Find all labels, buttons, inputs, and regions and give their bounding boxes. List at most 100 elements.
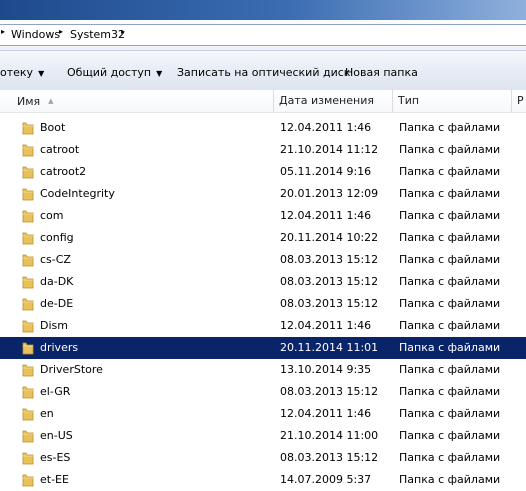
folder-icon bbox=[22, 121, 34, 135]
file-type: Папка с файлами bbox=[399, 253, 501, 266]
column-header-date-label: Дата изменения bbox=[279, 94, 374, 107]
file-name: DriverStore bbox=[40, 363, 103, 376]
file-type: Папка с файлами bbox=[399, 407, 501, 420]
file-date: 12.04.2011 1:46 bbox=[280, 209, 372, 222]
folder-icon bbox=[22, 429, 34, 443]
folder-icon bbox=[22, 209, 34, 223]
file-date: 08.03.2013 15:12 bbox=[280, 451, 379, 464]
file-type: Папка с файлами bbox=[399, 165, 501, 178]
file-type: Папка с файлами bbox=[399, 209, 501, 222]
file-row[interactable]: de-DE 08.03.2013 15:12 Папка с файлами bbox=[0, 293, 526, 315]
file-type: Папка с файлами bbox=[399, 121, 501, 134]
library-button[interactable]: отеку ▼ bbox=[0, 66, 44, 79]
file-name: catroot bbox=[40, 143, 80, 156]
file-date: 12.04.2011 1:46 bbox=[280, 407, 372, 420]
folder-icon bbox=[22, 143, 34, 157]
file-row[interactable]: Dism 12.04.2011 1:46 Папка с файлами bbox=[0, 315, 526, 337]
file-row[interactable]: en 12.04.2011 1:46 Папка с файлами bbox=[0, 403, 526, 425]
file-name: com bbox=[40, 209, 64, 222]
file-type: Папка с файлами bbox=[399, 451, 501, 464]
share-button[interactable]: Общий доступ ▼ bbox=[67, 66, 162, 79]
folder-icon bbox=[22, 275, 34, 289]
file-date: 21.10.2014 11:00 bbox=[280, 429, 379, 442]
folder-icon bbox=[22, 253, 34, 267]
file-row[interactable]: catroot 21.10.2014 11:12 Папка с файлами bbox=[0, 139, 526, 161]
file-date: 12.04.2011 1:46 bbox=[280, 319, 372, 332]
file-name: Boot bbox=[40, 121, 66, 134]
file-row[interactable]: CodeIntegrity 20.01.2013 12:09 Папка с фай… bbox=[0, 183, 526, 205]
file-date: 13.10.2014 9:35 bbox=[280, 363, 372, 376]
column-header-size-label: Р bbox=[517, 94, 524, 107]
file-type: Папка с файлами bbox=[399, 231, 501, 244]
column-header-size[interactable]: Р bbox=[512, 90, 526, 112]
file-date: 20.01.2013 12:09 bbox=[280, 187, 379, 200]
file-type: Папка с файлами bbox=[399, 473, 501, 486]
file-name: cs-CZ bbox=[40, 253, 71, 266]
folder-icon bbox=[22, 451, 34, 465]
file-row[interactable]: com 12.04.2011 1:46 Папка с файлами bbox=[0, 205, 526, 227]
column-headers: Имя ▲ Дата изменения Тип Р bbox=[0, 90, 526, 113]
file-type: Папка с файлами bbox=[399, 319, 501, 332]
command-bar: отеку ▼ Общий доступ ▼ Записать на оптичес… bbox=[0, 51, 526, 91]
file-name: da-DK bbox=[40, 275, 74, 288]
folder-icon bbox=[22, 363, 34, 377]
breadcrumb-system32[interactable]: System32 bbox=[70, 28, 125, 42]
file-row[interactable]: en-US 21.10.2014 11:00 Папка с файлами bbox=[0, 425, 526, 447]
file-name: config bbox=[40, 231, 74, 244]
file-type: Папка с файлами bbox=[399, 143, 501, 156]
library-button-label: отеку bbox=[0, 66, 34, 79]
file-date: 21.10.2014 11:12 bbox=[280, 143, 379, 156]
file-row[interactable]: drivers 20.11.2014 11:01 Папка с файлами bbox=[0, 337, 526, 359]
file-type: Папка с файлами bbox=[399, 297, 501, 310]
chevron-down-icon: ▼ bbox=[38, 69, 45, 78]
folder-icon bbox=[22, 341, 34, 355]
file-type: Папка с файлами bbox=[399, 341, 501, 354]
file-date: 08.03.2013 15:12 bbox=[280, 297, 379, 310]
file-row[interactable]: et-EE 14.07.2009 5:37 Папка с файлами bbox=[0, 469, 526, 491]
file-name: catroot2 bbox=[40, 165, 87, 178]
file-type: Папка с файлами bbox=[399, 385, 501, 398]
chevron-right-icon[interactable]: ▸ bbox=[1, 27, 5, 36]
breadcrumb-windows[interactable]: Windows bbox=[11, 28, 60, 42]
file-row[interactable]: DriverStore 13.10.2014 9:35 Папка с файлам… bbox=[0, 359, 526, 381]
folder-icon bbox=[22, 473, 34, 487]
new-folder-button[interactable]: Новая папка bbox=[345, 66, 418, 79]
column-header-type-label: Тип bbox=[398, 94, 420, 107]
file-name: el-GR bbox=[40, 385, 71, 398]
column-header-date[interactable]: Дата изменения bbox=[274, 90, 393, 112]
file-row[interactable]: da-DK 08.03.2013 15:12 Папка с файлами bbox=[0, 271, 526, 293]
file-name: de-DE bbox=[40, 297, 74, 310]
column-header-name[interactable]: Имя ▲ bbox=[12, 90, 274, 112]
file-type: Папка с файлами bbox=[399, 275, 501, 288]
file-name: CodeIntegrity bbox=[40, 187, 115, 200]
folder-icon bbox=[22, 165, 34, 179]
share-button-label: Общий доступ bbox=[67, 66, 152, 79]
file-type: Папка с файлами bbox=[399, 363, 501, 376]
file-row[interactable]: config 20.11.2014 10:22 Папка с файлами bbox=[0, 227, 526, 249]
file-date: 08.03.2013 15:12 bbox=[280, 253, 379, 266]
file-date: 08.03.2013 15:12 bbox=[280, 275, 379, 288]
chevron-right-icon[interactable]: ▸ bbox=[121, 27, 125, 36]
column-header-type[interactable]: Тип bbox=[393, 90, 512, 112]
file-row[interactable]: el-GR 08.03.2013 15:12 Папка с файлами bbox=[0, 381, 526, 403]
folder-icon bbox=[22, 407, 34, 421]
chevron-down-icon: ▼ bbox=[156, 69, 163, 78]
file-name: es-ES bbox=[40, 451, 71, 464]
file-row[interactable]: es-ES 08.03.2013 15:12 Папка с файлами bbox=[0, 447, 526, 469]
folder-icon bbox=[22, 187, 34, 201]
file-row[interactable]: catroot2 05.11.2014 9:16 Папка с файлами bbox=[0, 161, 526, 183]
file-date: 20.11.2014 11:01 bbox=[280, 341, 379, 354]
file-row[interactable]: Boot 12.04.2011 1:46 Папка с файлами bbox=[0, 117, 526, 139]
file-date: 12.04.2011 1:46 bbox=[280, 121, 372, 134]
file-name: en bbox=[40, 407, 54, 420]
file-date: 14.07.2009 5:37 bbox=[280, 473, 372, 486]
burn-disc-button[interactable]: Записать на оптический диск bbox=[177, 66, 350, 79]
file-name: drivers bbox=[40, 341, 79, 354]
window-title-bar bbox=[0, 0, 526, 20]
chevron-right-icon[interactable]: ▸ bbox=[59, 27, 63, 36]
folder-icon bbox=[22, 231, 34, 245]
folder-icon bbox=[22, 297, 34, 311]
folder-icon bbox=[22, 319, 34, 333]
file-date: 05.11.2014 9:16 bbox=[280, 165, 372, 178]
file-row[interactable]: cs-CZ 08.03.2013 15:12 Папка с файлами bbox=[0, 249, 526, 271]
